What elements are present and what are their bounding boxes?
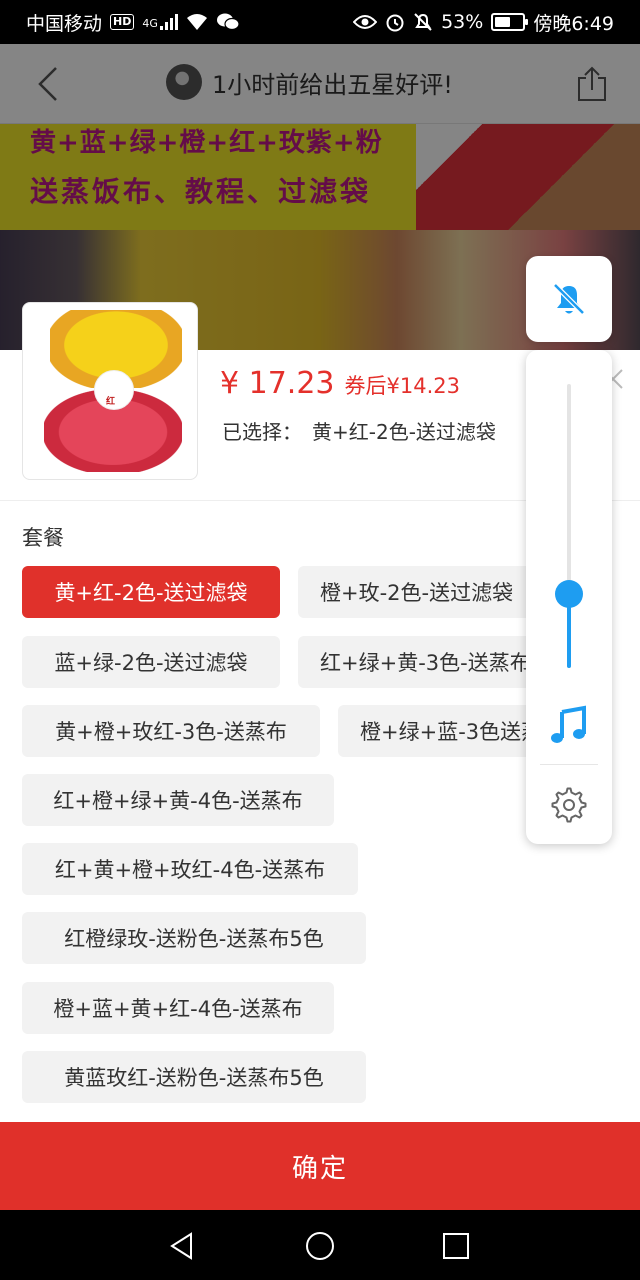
signal-icon — [159, 14, 178, 30]
system-home-button[interactable] — [300, 1226, 340, 1266]
coupon-price: 券后¥14.23 — [344, 374, 460, 398]
wechat-icon — [216, 13, 240, 31]
triangle-back-icon — [170, 1232, 192, 1260]
selected-label: 已选择： — [222, 420, 302, 444]
volume-slider-track[interactable] — [567, 384, 571, 668]
square-recents-icon — [443, 1233, 469, 1259]
alarm-icon — [386, 14, 404, 32]
battery-percent: 53% — [441, 11, 484, 33]
hd-icon: HD — [110, 14, 135, 30]
selected-summary: 已选择： 黄+红-2色-送过滤袋 — [222, 416, 496, 445]
divider — [540, 764, 598, 765]
status-bar: 中国移动 HD 4G 53% 傍晚6:49 — [0, 0, 640, 44]
mute-bell-icon — [414, 13, 432, 31]
circle-home-icon — [306, 1232, 334, 1260]
ringer-toggle-button[interactable] — [526, 256, 612, 342]
thumbnail-label: 红 — [106, 397, 116, 407]
eye-icon — [353, 15, 378, 29]
bell-off-icon — [553, 283, 585, 315]
option-chip[interactable]: 蓝+绿-2色-送过滤袋 — [22, 636, 280, 688]
clock: 傍晚6:49 — [533, 12, 614, 35]
price-row: ¥ 17.23 券后¥14.23 — [220, 366, 460, 401]
network-type: 4G — [142, 16, 158, 30]
price: ¥ 17.23 — [220, 366, 335, 401]
option-chip[interactable]: 黄+橙+玫红-3色-送蒸布 — [22, 705, 320, 757]
option-chip[interactable]: 红+橙+绿+黄-4色-送蒸布 — [22, 774, 334, 826]
volume-panel — [526, 350, 612, 844]
option-chip[interactable]: 红橙绿玫-送粉色-送蒸布5色 — [22, 912, 366, 964]
option-chip[interactable]: 橙+蓝+黄+红-4色-送蒸布 — [22, 982, 334, 1034]
option-chip[interactable]: 红+黄+橙+玫红-4色-送蒸布 — [22, 843, 358, 895]
music-note-icon[interactable] — [548, 704, 590, 746]
wifi-icon — [186, 14, 207, 30]
selected-value: 黄+红-2色-送过滤袋 — [312, 420, 496, 444]
gear-icon[interactable] — [550, 786, 588, 824]
volume-slider-knob[interactable] — [555, 580, 583, 608]
product-thumbnail: 红 — [22, 302, 198, 480]
option-chip[interactable]: 红+绿+黄-3色-送蒸布 — [298, 636, 558, 688]
system-navigation-bar — [0, 1210, 640, 1280]
option-chip[interactable]: 橙+绿+蓝-3色送蒸布 — [338, 705, 558, 757]
carrier-name: 中国移动 — [26, 12, 103, 35]
system-back-button[interactable] — [162, 1226, 202, 1266]
option-chip[interactable]: 橙+玫-2色-送过滤袋 — [298, 566, 558, 618]
option-chip[interactable]: 黄蓝玫红-送粉色-送蒸布5色 — [22, 1051, 366, 1103]
system-recents-button[interactable] — [436, 1226, 476, 1266]
product-thumbnail-image: 红 — [30, 310, 190, 472]
section-title: 套餐 — [22, 526, 64, 550]
battery-icon — [491, 13, 529, 31]
option-chip-selected[interactable]: 黄+红-2色-送过滤袋 — [22, 566, 280, 618]
confirm-button[interactable]: 确定 — [0, 1122, 640, 1210]
